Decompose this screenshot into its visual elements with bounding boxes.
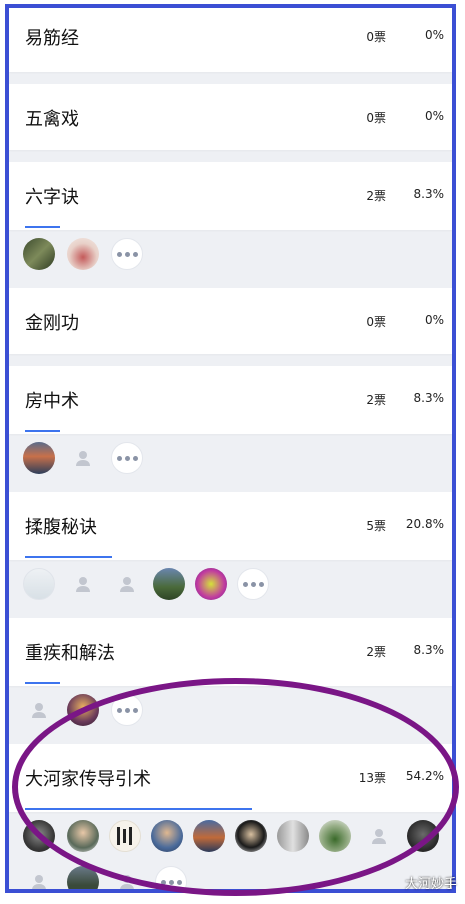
option-label: 六字诀	[25, 187, 79, 208]
more-dots-icon[interactable]	[111, 238, 143, 270]
option-votes: 2票	[366, 645, 386, 659]
option-label: 易筋经	[25, 28, 79, 49]
option-label: 揉腹秘诀	[25, 517, 97, 538]
option-percent: 20.8%	[405, 517, 444, 531]
option-percent: 8.3%	[413, 643, 445, 657]
voter-avatars	[23, 820, 443, 854]
voter-avatar[interactable]	[23, 442, 55, 474]
voter-avatar[interactable]	[407, 820, 439, 852]
person-silhouette-icon[interactable]	[67, 568, 99, 600]
vote-progress-bar	[25, 556, 112, 558]
more-dots-icon[interactable]	[111, 694, 143, 726]
voter-avatar[interactable]	[277, 820, 309, 852]
voter-avatar[interactable]	[23, 568, 55, 600]
option-votes: 0票	[366, 30, 386, 44]
option-votes: 0票	[366, 111, 386, 125]
poll-option-row[interactable]: 重疾和解法 2票 8.3%	[9, 618, 452, 686]
person-silhouette-icon[interactable]	[67, 442, 99, 474]
voter-avatar[interactable]	[193, 820, 225, 852]
option-votes: 2票	[366, 393, 386, 407]
vote-progress-bar	[25, 430, 60, 432]
option-percent: 8.3%	[413, 391, 445, 405]
voter-avatar[interactable]	[109, 820, 141, 852]
voter-avatar[interactable]	[151, 820, 183, 852]
option-percent: 54.2%	[405, 769, 444, 783]
voter-avatar[interactable]	[23, 238, 55, 270]
person-silhouette-icon[interactable]	[111, 568, 143, 600]
person-silhouette-icon[interactable]	[23, 694, 55, 726]
option-label: 重疾和解法	[25, 643, 115, 664]
option-label: 房中术	[25, 391, 79, 412]
person-silhouette-icon[interactable]	[111, 866, 143, 889]
option-votes: 2票	[366, 189, 386, 203]
vote-progress-bar	[25, 808, 252, 810]
voter-avatar[interactable]	[67, 866, 99, 889]
poll-option-row[interactable]: 金刚功 0票 0%	[9, 288, 452, 354]
poll-option-row[interactable]: 揉腹秘诀 5票 20.8%	[9, 492, 452, 560]
option-label: 大河家传导引术	[25, 769, 151, 790]
option-votes: 0票	[366, 315, 386, 329]
poll-option-row[interactable]: 大河家传导引术 13票 54.2%	[9, 744, 452, 812]
more-dots-icon[interactable]	[237, 568, 269, 600]
voter-avatar[interactable]	[195, 568, 227, 600]
poll-option-row[interactable]: 六字诀 2票 8.3%	[9, 162, 452, 230]
option-votes: 5票	[366, 519, 386, 533]
option-label: 金刚功	[25, 313, 79, 334]
voter-avatar[interactable]	[67, 238, 99, 270]
person-silhouette-icon[interactable]	[363, 820, 395, 852]
poll-option-row[interactable]: 房中术 2票 8.3%	[9, 366, 452, 434]
vote-progress-bar	[25, 226, 60, 228]
voter-avatar[interactable]	[235, 820, 267, 852]
voter-avatar[interactable]	[319, 820, 351, 852]
vote-progress-bar	[25, 682, 60, 684]
voter-avatar[interactable]	[23, 820, 55, 852]
poll-option-row[interactable]: 易筋经 0票 0%	[9, 8, 452, 72]
more-dots-icon[interactable]	[155, 866, 187, 889]
option-label: 五禽戏	[25, 109, 79, 130]
option-votes: 13票	[358, 771, 386, 785]
poll-option-row[interactable]: 五禽戏 0票 0%	[9, 84, 452, 150]
poll-results-frame: 易筋经 0票 0% 五禽戏 0票 0% 六字诀 2票 8.3% 金刚功 0票 0…	[5, 4, 456, 893]
voter-avatar[interactable]	[67, 694, 99, 726]
option-percent: 0%	[424, 28, 444, 42]
more-dots-icon[interactable]	[111, 442, 143, 474]
person-silhouette-icon[interactable]	[23, 866, 55, 889]
option-percent: 8.3%	[413, 187, 445, 201]
option-percent: 0%	[424, 109, 444, 123]
option-percent: 0%	[424, 313, 444, 327]
voter-avatar[interactable]	[67, 820, 99, 852]
watermark: 大河妙手	[404, 877, 457, 892]
voter-avatar[interactable]	[153, 568, 185, 600]
